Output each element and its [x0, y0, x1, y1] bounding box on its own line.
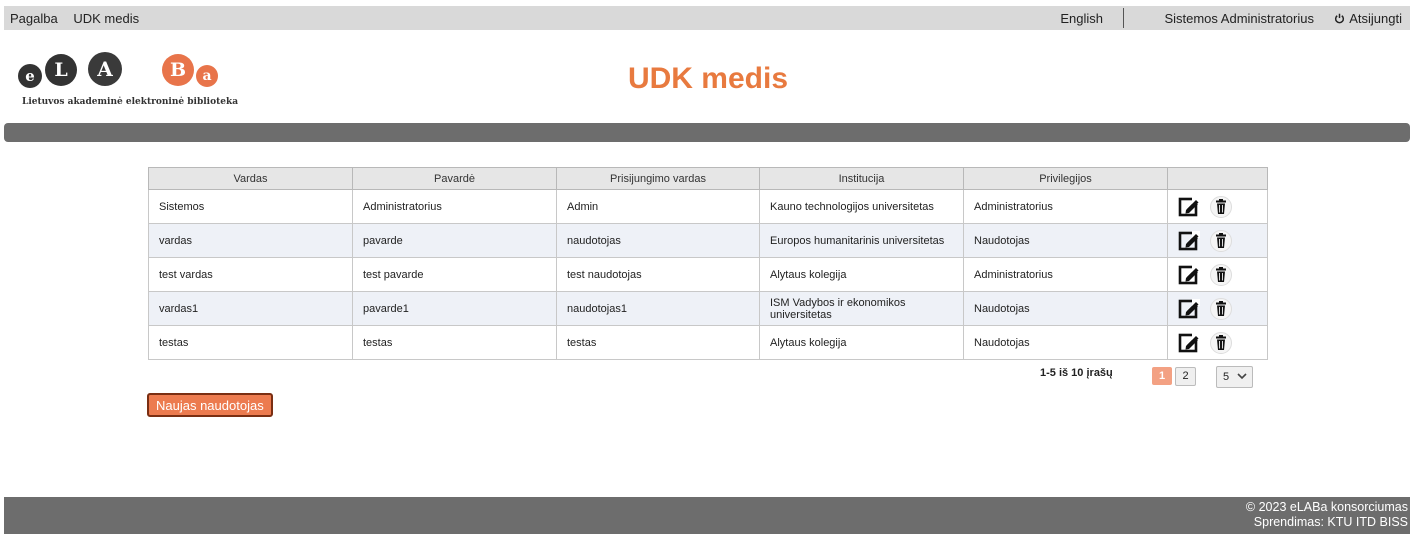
cell-login: naudotojas	[556, 223, 760, 258]
row-actions	[1167, 189, 1268, 224]
cell-institution: Europos humanitarinis universitetas	[759, 223, 964, 258]
cell-privileges: Naudotojas	[963, 223, 1168, 258]
edit-icon[interactable]	[1178, 196, 1200, 218]
trash-icon[interactable]	[1210, 229, 1232, 252]
cell-last-name: test pavarde	[352, 257, 557, 292]
footer-solution: Sprendimas: KTU ITD BISS	[1253, 515, 1408, 529]
footer: © 2023 eLABa konsorciumas Sprendimas: KT…	[4, 497, 1410, 534]
cell-login: naudotojas1	[556, 291, 760, 326]
page-button-1[interactable]: 1	[1152, 367, 1172, 385]
row-actions	[1167, 257, 1268, 292]
page-size-select[interactable]: 5	[1216, 366, 1253, 388]
edit-icon[interactable]	[1178, 230, 1200, 252]
column-header-privileges[interactable]: Privilegijos	[963, 167, 1168, 190]
cell-first-name: test vardas	[148, 257, 353, 292]
users-table: Vardas Pavardė Prisijungimo vardas Insti…	[148, 167, 1268, 360]
column-header-last-name[interactable]: Pavardė	[352, 167, 557, 190]
page-size-value: 5	[1223, 371, 1230, 383]
cell-privileges: Naudotojas	[963, 325, 1168, 360]
cell-last-name: pavarde1	[352, 291, 557, 326]
cell-last-name: pavarde	[352, 223, 557, 258]
column-header-login[interactable]: Prisijungimo vardas	[556, 167, 760, 190]
top-navigation-bar: Pagalba UDK medis English Sistemos Admin…	[4, 6, 1410, 30]
table-row: test vardas test pavarde test naudotojas Al…	[148, 257, 1268, 292]
cell-first-name: testas	[148, 325, 353, 360]
column-header-actions	[1167, 167, 1268, 190]
footer-copyright: © 2023 eLABa konsorciumas	[1245, 500, 1408, 514]
power-icon	[1334, 11, 1345, 26]
page-title: UDK medis	[627, 62, 789, 95]
cell-login: testas	[556, 325, 760, 360]
cell-privileges: Naudotojas	[963, 291, 1168, 326]
cell-institution: Alytaus kolegija	[759, 325, 964, 360]
udk-tree-link[interactable]: UDK medis	[73, 11, 139, 26]
row-actions	[1167, 325, 1268, 360]
logout-link[interactable]: Atsijungti	[1334, 11, 1402, 26]
logo-tagline: Lietuvos akademinė elektroninė bibliotek…	[22, 97, 239, 107]
cell-login: Admin	[556, 189, 760, 224]
trash-icon[interactable]	[1210, 297, 1232, 320]
column-header-institution[interactable]: Institucija	[759, 167, 964, 190]
cell-last-name: Administratorius	[352, 189, 557, 224]
cell-privileges: Administratorius	[963, 189, 1168, 224]
column-header-first-name[interactable]: Vardas	[148, 167, 353, 190]
trash-icon[interactable]	[1210, 263, 1232, 286]
edit-icon[interactable]	[1178, 332, 1200, 354]
edit-icon[interactable]	[1178, 264, 1200, 286]
cell-first-name: Sistemos	[148, 189, 353, 224]
cell-login: test naudotojas	[556, 257, 760, 292]
divider	[1123, 8, 1124, 28]
row-actions	[1167, 291, 1268, 326]
edit-icon[interactable]	[1178, 298, 1200, 320]
cell-institution: ISM Vadybos ir ekonomikos universitetas	[759, 291, 964, 326]
language-switch[interactable]: English	[1060, 11, 1103, 26]
table-row: vardas1 pavarde1 naudotojas1 ISM Vadybos ir…	[148, 291, 1268, 326]
cell-first-name: vardas1	[148, 291, 353, 326]
table-header-row: Vardas Pavardė Prisijungimo vardas Insti…	[148, 167, 1268, 190]
new-user-button[interactable]: Naujas naudotojas	[147, 393, 273, 417]
cell-privileges: Administratorius	[963, 257, 1168, 292]
current-user-name: Sistemos Administratorius	[1164, 11, 1314, 26]
chevron-down-icon	[1236, 370, 1248, 385]
pagination-count: 1-5 iš 10 įrašų	[1040, 367, 1113, 379]
trash-icon[interactable]	[1210, 195, 1232, 218]
header-divider-bar	[4, 123, 1410, 142]
page-button-2[interactable]: 2	[1175, 367, 1196, 386]
help-link[interactable]: Pagalba	[10, 11, 58, 26]
trash-icon[interactable]	[1210, 331, 1232, 354]
cell-last-name: testas	[352, 325, 557, 360]
row-actions	[1167, 223, 1268, 258]
table-row: Sistemos Administratorius Admin Kauno techn…	[148, 189, 1268, 224]
cell-first-name: vardas	[148, 223, 353, 258]
table-row: testas testas testas Alytaus kolegija Naudot…	[148, 325, 1268, 360]
logout-label: Atsijungti	[1349, 11, 1402, 26]
cell-institution: Alytaus kolegija	[759, 257, 964, 292]
table-row: vardas pavarde naudotojas Europos humanitar…	[148, 223, 1268, 258]
cell-institution: Kauno technologijos universitetas	[759, 189, 964, 224]
top-nav-links: Pagalba UDK medis	[10, 11, 151, 26]
